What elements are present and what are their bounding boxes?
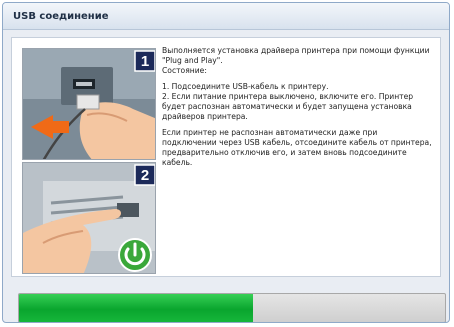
step-1-badge: 1 (141, 53, 149, 70)
instruction-illustration: 1 2 (22, 48, 156, 274)
hint-text: Если принтер не распознан автоматически … (162, 128, 432, 167)
steps-text: 1. Подсоедините USB-кабель к принтеру. 2… (162, 82, 434, 122)
step-2-panel: 2 (22, 162, 156, 274)
usb-connection-dialog: USB соединение 1 2 Выполняется установка… (2, 2, 450, 323)
step-1-text: 1. Подсоедините USB-кабель к принтеру. (162, 82, 329, 91)
step-2-text: 2. Если питание принтера выключено, вклю… (162, 92, 414, 121)
intro-text: Выполняется установка драйвера принтера … (162, 46, 434, 76)
step-2-badge: 2 (141, 167, 149, 184)
status-label: Состояние: (162, 66, 207, 75)
instruction-text: Выполняется установка драйвера принтера … (162, 46, 434, 174)
dialog-title: USB соединение (3, 3, 449, 30)
progress-fill (19, 294, 254, 322)
usb-connect-illustration: 1 (23, 49, 155, 159)
dialog-content: 1 2 Выполняется установка драйвера принт… (11, 37, 441, 277)
step-1-panel: 1 (22, 48, 156, 160)
installation-progress-bar (18, 293, 446, 322)
power-on-illustration: 2 (23, 163, 155, 273)
intro-line: Выполняется установка драйвера принтера … (162, 46, 430, 65)
